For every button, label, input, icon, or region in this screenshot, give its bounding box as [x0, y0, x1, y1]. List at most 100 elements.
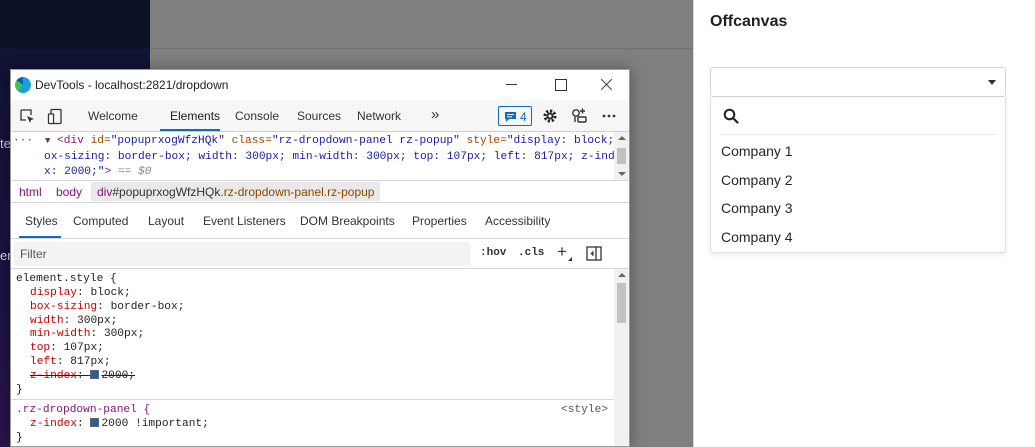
message-icon — [505, 112, 516, 122]
css-property: min-width — [30, 328, 91, 341]
inspect-element-icon[interactable] — [19, 108, 36, 125]
styles-scrollbar[interactable] — [614, 269, 629, 446]
style-declaration[interactable]: display: block; — [30, 287, 131, 301]
dom-attr-name: class= — [224, 135, 272, 147]
caret-down-icon[interactable] — [988, 80, 996, 85]
tab-welcome[interactable]: Welcome — [88, 109, 138, 123]
class-toggle-button[interactable]: .cls — [518, 247, 544, 259]
style-declaration[interactable]: top: 107px; — [30, 342, 104, 356]
dropdown-item-company-2[interactable]: Company 2 — [721, 172, 793, 188]
breadcrumb-body[interactable]: body — [56, 185, 82, 199]
dom-node-line[interactable]: x: 2000;"> == $0 — [44, 165, 151, 181]
tab-styles[interactable]: Styles — [25, 214, 58, 228]
breadcrumb-selected-div[interactable]: div#popuprxogWfzHQk.rz-dropdown-panel.rz… — [91, 182, 381, 201]
dom-scrollbar[interactable] — [614, 132, 629, 180]
search-icon — [723, 108, 739, 124]
issues-count: 4 — [520, 110, 527, 124]
maximize-button[interactable] — [550, 75, 572, 95]
close-button[interactable] — [596, 75, 618, 95]
tab-layout[interactable]: Layout — [148, 214, 184, 228]
company-dropdown[interactable] — [710, 67, 1006, 97]
rule-selector-rz-dropdown-panel[interactable]: .rz-dropdown-panel { — [16, 404, 150, 418]
window-title: DevTools - localhost:2821/dropdown — [35, 78, 229, 92]
style-source-link[interactable]: <style> — [561, 404, 608, 418]
css-value: 2000; — [101, 369, 136, 382]
css-property: left — [30, 356, 57, 368]
device-emulation-icon[interactable] — [47, 108, 64, 125]
scroll-up-icon[interactable] — [618, 136, 626, 140]
color-swatch-icon[interactable] — [90, 369, 100, 379]
dropdown-popup: Company 1 Company 2 Company 3 Company 4 — [710, 97, 1006, 253]
scrollbar-thumb[interactable] — [617, 283, 626, 323]
tab-event-listeners[interactable]: Event Listeners — [203, 214, 286, 228]
offcanvas-panel: Offcanvas Company 1 Company 2 Company 3 … — [693, 0, 1035, 447]
dropdown-item-company-4[interactable]: Company 4 — [721, 229, 793, 245]
dom-node-line[interactable]: <div id="popuprxogWfzHQk" class="rz-drop… — [57, 134, 628, 150]
tab-console[interactable]: Console — [235, 109, 279, 123]
overridden-declaration[interactable]: z-index: 2000; — [30, 369, 136, 384]
rule-selector-element-style[interactable]: element.style { — [16, 273, 117, 287]
css-value: 300px; — [103, 328, 145, 341]
scroll-down-icon[interactable] — [618, 172, 626, 176]
devtools-tab-bar: Welcome Elements Console Sources Network… — [11, 100, 629, 132]
tab-properties[interactable]: Properties — [412, 214, 467, 228]
dom-attr-name: style= — [459, 135, 507, 147]
dom-node-menu[interactable]: ··· — [13, 134, 33, 150]
devtools-titlebar[interactable]: DevTools - localhost:2821/dropdown — [11, 70, 629, 100]
connection-icon[interactable] — [571, 108, 588, 124]
dropdown-item-company-1[interactable]: Company 1 — [721, 143, 793, 159]
scrollbar-thumb[interactable] — [617, 148, 626, 164]
expand-arrow-icon[interactable]: ▼ — [45, 134, 50, 150]
dom-attr-value: "display: block; b — [506, 135, 628, 147]
tab-sources[interactable]: Sources — [297, 109, 341, 123]
css-property: width — [30, 314, 64, 327]
dom-tree[interactable]: ··· ▼ <div id="popuprxogWfzHQk" class="r… — [11, 132, 628, 181]
more-options-icon[interactable] — [601, 108, 617, 124]
color-swatch-icon[interactable] — [90, 418, 100, 427]
css-value: block; — [90, 287, 131, 299]
tab-computed[interactable]: Computed — [73, 214, 128, 228]
rule-divider — [11, 399, 614, 400]
new-rule-button[interactable]: + — [557, 242, 567, 262]
tab-dom-breakpoints[interactable]: DOM Breakpoints — [300, 214, 395, 228]
css-value: 300px; — [77, 314, 118, 327]
style-declaration[interactable]: box-sizing: border-box; — [30, 301, 184, 315]
breadcrumb-tag: div — [97, 185, 113, 199]
tab-elements[interactable]: Elements — [170, 109, 220, 123]
style-declaration[interactable]: width: 300px; — [30, 315, 117, 329]
dom-selected-marker: == $0 — [111, 166, 152, 178]
css-value: 107px; — [63, 342, 104, 355]
tab-accessibility[interactable]: Accessibility — [485, 214, 550, 228]
dom-node-line[interactable]: ox-sizing: border-box; width: 300px; min… — [44, 150, 621, 166]
style-declaration[interactable]: min-width: 300px; — [30, 328, 144, 342]
app-header-dark — [0, 0, 150, 48]
css-value: border-box; — [110, 300, 185, 313]
styles-toolbar: Filter :hov .cls + — [11, 239, 629, 269]
styles-filter-input[interactable]: Filter — [14, 242, 470, 266]
dom-attr-value: x: 2000;" — [44, 166, 105, 178]
dropdown-search-input[interactable] — [721, 97, 995, 135]
rule-close-brace: } — [16, 432, 23, 444]
css-property: z-index — [30, 418, 77, 430]
more-tabs-button[interactable]: » — [431, 106, 439, 123]
active-tab-indicator — [160, 129, 220, 131]
dropdown-item-company-3[interactable]: Company 3 — [721, 200, 793, 216]
breadcrumb-html[interactable]: html — [19, 185, 42, 199]
dom-attr-name: id= — [83, 135, 111, 147]
minimize-button[interactable] — [501, 75, 523, 95]
css-property: display — [30, 287, 77, 299]
toggle-sidebar-icon[interactable] — [586, 246, 602, 261]
css-property: box-sizing — [30, 300, 98, 313]
dom-attr-value: "rz-dropdown-panel rz-popup" — [271, 135, 460, 147]
hover-state-button[interactable]: :hov — [480, 247, 506, 259]
devtools-window: DevTools - localhost:2821/dropdown Welco… — [10, 69, 630, 447]
issues-badge[interactable]: 4 — [498, 106, 532, 126]
gear-icon[interactable] — [542, 108, 558, 124]
scroll-up-icon[interactable] — [618, 273, 626, 277]
tab-network[interactable]: Network — [357, 109, 401, 123]
style-declaration[interactable]: left: 817px; — [30, 356, 111, 370]
filter-placeholder: Filter — [20, 247, 47, 261]
rule-close-brace: } — [16, 383, 23, 396]
style-declaration[interactable]: z-index: 2000 !important; — [30, 418, 209, 432]
styles-pane[interactable]: element.style { display: block; box-sizi… — [11, 269, 614, 446]
